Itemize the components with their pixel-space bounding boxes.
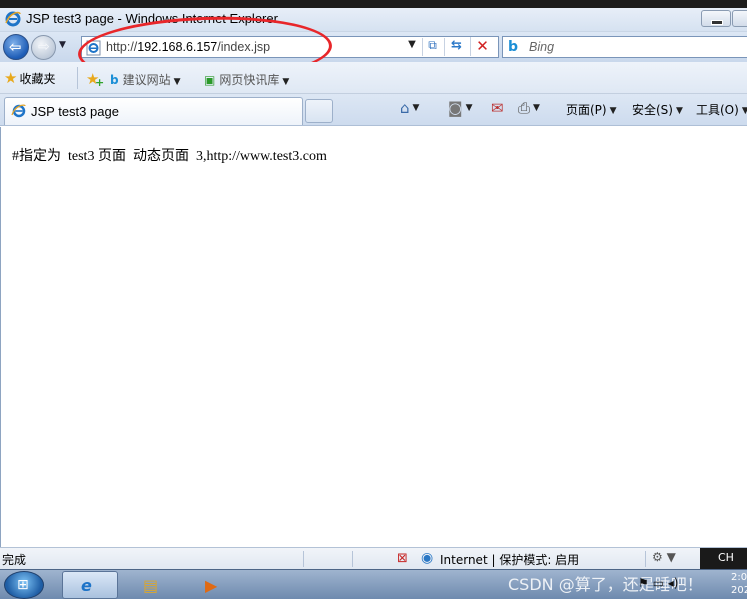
input-language-indicator[interactable]: CH (700, 548, 747, 570)
rss-icon: ◙ (448, 99, 463, 117)
status-separator (303, 551, 304, 567)
maximize-button[interactable] (732, 10, 747, 27)
refresh-button[interactable]: ⇆ (444, 38, 468, 56)
printer-icon: ⎙ (518, 99, 531, 117)
home-icon: ⌂ (400, 99, 410, 117)
tab-jsp-test3-page[interactable]: JSP test3 page (4, 97, 303, 125)
read-mail-button[interactable]: ✉ (491, 99, 504, 121)
feeds-button[interactable]: ◙ ▼ (448, 99, 472, 121)
chevron-down-icon: ▼ (412, 103, 420, 113)
chevron-down-icon: ▼ (173, 77, 181, 87)
system-tray[interactable]: ⚑ ▭ ◂) (638, 576, 678, 590)
safety-menu-label: 安全(S) (632, 103, 673, 117)
url-prefix: http:// (106, 40, 138, 54)
tools-menu-label: 工具(O) (696, 103, 739, 117)
status-bar: 完成 ⊠ ◉ Internet | 保护模式: 启用 ⚙ ▼ CH (0, 547, 747, 570)
address-dropdown-button[interactable]: ▼ (405, 39, 419, 55)
page-content: #指定为 test3 页面 动态页面 3,http://www.test3.co… (0, 127, 747, 547)
add-to-favorites-button[interactable]: ★ + (86, 70, 104, 89)
clock[interactable]: 2:0 2022/ (731, 571, 747, 597)
chevron-down-icon: ▼ (282, 77, 290, 87)
tab-label: JSP test3 page (31, 104, 119, 119)
new-tab-button[interactable] (305, 99, 333, 123)
print-button[interactable]: ⎙ ▼ (518, 99, 540, 121)
favorites-star-icon: ★ (4, 69, 18, 87)
start-button[interactable]: ⊞ (4, 571, 44, 599)
window-title: JSP test3 page - Windows Internet Explor… (26, 11, 278, 26)
tools-menu[interactable]: 工具(O) ▼ (696, 101, 747, 123)
chevron-down-icon: ▼ (465, 103, 473, 113)
forward-arrow-icon: ⇨ (38, 39, 50, 55)
page-icon (86, 40, 102, 59)
folder-icon: ▤ (143, 576, 159, 595)
suggested-sites-button[interactable]: b 建议网站 ▼ (110, 71, 181, 88)
address-bar[interactable]: http://192.168.6.157/index.jsp ▼ ⧉ ⇆ ✕ (81, 36, 499, 58)
safety-menu[interactable]: 安全(S) ▼ (632, 101, 683, 123)
url-path: /index.jsp (217, 40, 271, 54)
bing-icon: b (508, 39, 519, 55)
back-arrow-icon: ⇦ (9, 38, 22, 56)
blocked-content-icon[interactable]: ⊠ (397, 551, 408, 566)
favorites-separator (77, 67, 78, 89)
title-bar: JSP test3 page - Windows Internet Explor… (0, 8, 747, 32)
status-separator (645, 551, 646, 567)
home-button[interactable]: ⌂ ▼ (400, 99, 419, 121)
back-button[interactable]: ⇦ (3, 34, 29, 60)
favorites-label: 收藏夹 (19, 71, 56, 86)
bing-small-icon: b (110, 73, 119, 87)
page-menu-label: 页面(P) (566, 103, 607, 117)
minimize-button[interactable] (701, 10, 731, 27)
security-zone-text[interactable]: Internet | 保护模式: 启用 (440, 551, 579, 568)
taskbar-explorer-button[interactable]: ▤ (124, 571, 180, 599)
compatibility-view-button[interactable]: ⧉ (422, 38, 442, 56)
mail-icon: ✉ (491, 99, 504, 117)
chevron-down-icon: ▼ (675, 105, 683, 116)
address-url[interactable]: http://192.168.6.157/index.jsp (106, 40, 270, 54)
forward-button[interactable]: ⇨ (31, 35, 56, 60)
ie-logo-icon (4, 10, 22, 31)
status-text: 完成 (2, 553, 27, 567)
windows-logo-icon: ⊞ (17, 577, 29, 593)
favorites-bar: ★ 收藏夹 ★ + b 建议网站 ▼ ▣ 网页快讯库 ▼ (0, 62, 747, 94)
add-plus-icon: + (95, 76, 105, 89)
address-row: ⇦ ⇨ ▼ http://192.168.6.157/index.jsp ▼ ⧉… (0, 32, 747, 62)
globe-icon: ◉ (421, 550, 434, 566)
search-placeholder: Bing (529, 40, 555, 54)
web-slice-label: 网页快讯库 (219, 73, 280, 87)
taskbar: ⊞ e ▤ ▶ CSDN @算了，还是睡吧！ ⚑ ▭ ◂) 2:0 2022/ (0, 569, 747, 599)
media-player-icon: ▶ (205, 576, 218, 595)
favorites-button[interactable]: ★ 收藏夹 (4, 69, 55, 87)
page-menu[interactable]: 页面(P) ▼ (566, 101, 617, 123)
clock-date: 2022/ (731, 585, 747, 596)
chevron-down-icon: ▼ (533, 103, 540, 113)
taskbar-media-player-button[interactable]: ▶ (186, 571, 242, 599)
chevron-down-icon: ▼ (609, 105, 617, 116)
ie-icon: e (81, 576, 92, 595)
taskbar-ie-button[interactable]: e (62, 571, 118, 599)
recent-pages-dropdown[interactable]: ▼ (59, 40, 71, 54)
url-host: 192.168.6.157 (137, 40, 218, 54)
tab-page-icon (11, 103, 27, 122)
zoom-button[interactable]: ⚙ ▼ (652, 550, 676, 564)
stop-button[interactable]: ✕ (470, 37, 494, 56)
web-slice-icon: ▣ (204, 73, 216, 87)
clock-time: 2:0 (731, 572, 747, 583)
chevron-down-icon: ▼ (741, 105, 747, 116)
status-separator (352, 551, 353, 567)
page-body-text: #指定为 test3 页面 动态页面 3,http://www.test3.co… (12, 149, 327, 164)
search-box[interactable]: b Bing (502, 36, 747, 58)
tab-row: JSP test3 page ⌂ ▼ ◙ ▼ ✉ ⎙ ▼ 页面(P) ▼ 安全(S) ▼ … (0, 94, 747, 126)
top-strip (0, 0, 747, 8)
suggested-sites-label: 建议网站 (122, 73, 171, 87)
web-slice-gallery-button[interactable]: ▣ 网页快讯库 ▼ (204, 71, 289, 88)
